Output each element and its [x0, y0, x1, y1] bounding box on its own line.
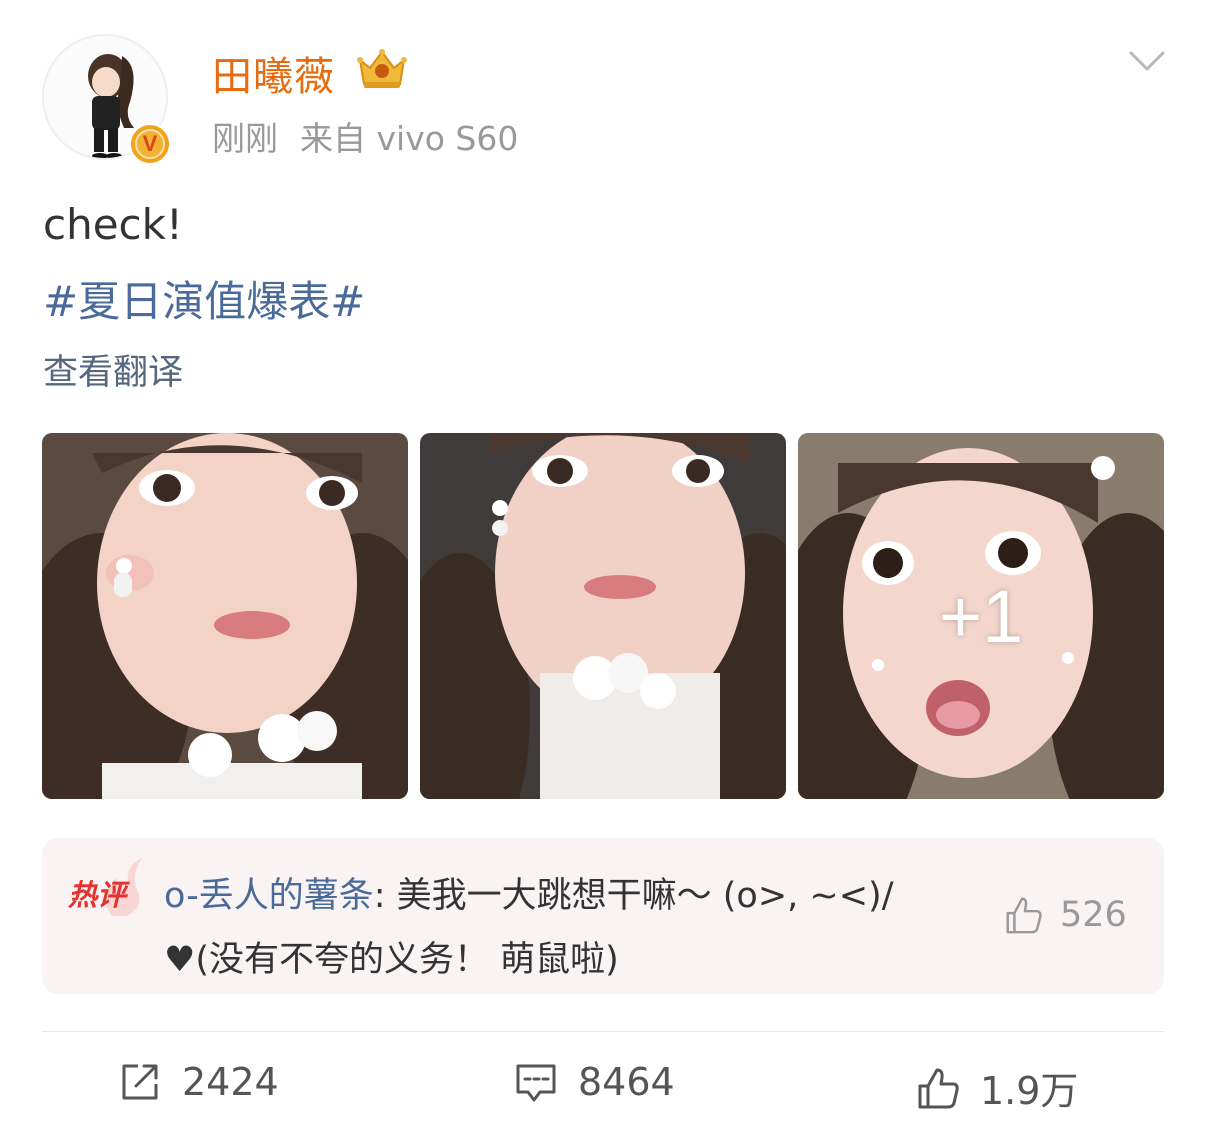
photo-image-1 [42, 433, 408, 799]
repost-count: 2424 [182, 1060, 279, 1104]
vip-crown-icon [357, 49, 407, 88]
photo-thumbnail-2[interactable] [420, 433, 786, 799]
share-icon [122, 1064, 158, 1100]
translate-link[interactable]: 查看翻译 [43, 344, 183, 395]
chevron-down-icon[interactable] [1128, 48, 1166, 74]
comment-count: 8464 [578, 1060, 675, 1104]
photo-image-2 [420, 433, 786, 799]
like-button[interactable]: 1.9万 [916, 1060, 1078, 1115]
thumbs-up-icon [918, 1068, 959, 1108]
photo-thumbnail-3[interactable]: +1 [798, 433, 1164, 799]
hot-comment-text: o-丢人的薯条: 美我一大跳想干嘛～ (o>, ~<)/♥(没有不夸的义务！ 萌… [164, 864, 964, 992]
comment-icon [516, 1064, 556, 1102]
photo-thumbnail-1[interactable] [42, 433, 408, 799]
verified-badge-icon: V [128, 122, 172, 166]
thumbs-up-icon [1006, 897, 1042, 934]
post-time: 刚刚 [212, 119, 278, 158]
hashtag-link[interactable]: #夏日演值爆表# [43, 268, 365, 329]
comment-button[interactable]: 8464 [514, 1060, 675, 1104]
divider [42, 1031, 1164, 1032]
hot-comment[interactable]: 热评 o-丢人的薯条: 美我一大跳想干嘛～ (o>, ~<)/♥(没有不夸的义务… [42, 838, 1164, 994]
hot-comment-like-count: 526 [1060, 895, 1127, 935]
author-name[interactable]: 田曦薇 [212, 44, 335, 102]
like-count: 1.9万 [980, 1069, 1079, 1113]
repost-button[interactable]: 2424 [118, 1060, 279, 1104]
post-meta: 刚刚 来自 vivo S60 [212, 112, 518, 160]
hot-comment-badge: 热评 [68, 878, 127, 912]
post-source: 来自 vivo S60 [300, 119, 519, 158]
more-photos-count: +1 [938, 574, 1024, 658]
hot-comment-like-button[interactable]: 526 [1002, 894, 1127, 936]
post-text: check! [43, 200, 183, 249]
commenter-name[interactable]: o-丢人的薯条 [164, 876, 374, 916]
